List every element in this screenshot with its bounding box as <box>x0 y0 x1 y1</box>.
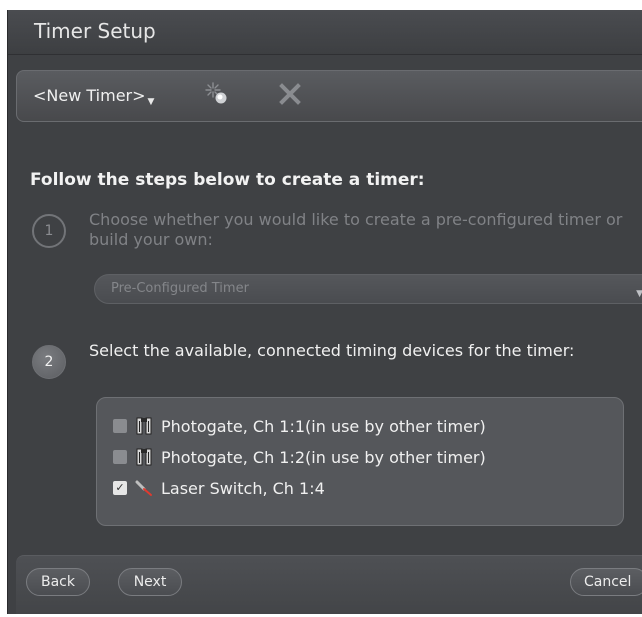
device-label: Photogate, Ch 1:2(in use by other timer) <box>161 447 486 467</box>
device-label: Photogate, Ch 1:1(in use by other timer) <box>161 416 486 436</box>
step-1-text: Choose whether you would like to create … <box>89 210 623 249</box>
device-list: Photogate, Ch 1:1(in use by other timer)… <box>96 397 624 526</box>
laser-switch-icon <box>135 479 153 497</box>
device-checkbox-3[interactable]: ✓ <box>113 481 127 495</box>
step-2-text: Select the available, connected timing d… <box>89 341 575 360</box>
device-item-photogate-2: Photogate, Ch 1:2(in use by other timer) <box>113 444 486 470</box>
timer-select-dropdown[interactable]: <New Timer> ▼ <box>33 86 154 107</box>
device-checkbox-1[interactable] <box>113 419 127 433</box>
sparkle-new-icon <box>204 81 230 111</box>
device-label: Laser Switch, Ch 1:4 <box>161 478 325 498</box>
window-title: Timer Setup <box>34 19 156 43</box>
photogate-icon <box>135 417 153 435</box>
timer-select-label: <New Timer> <box>33 86 146 105</box>
delete-timer-button[interactable] <box>275 81 305 111</box>
timer-setup-window: Timer Setup <New Timer> ▼ Follow the ste… <box>7 10 642 614</box>
step-2-indicator: 2 <box>32 345 66 379</box>
new-timer-button[interactable] <box>202 81 232 111</box>
timer-type-value: Pre-Configured Timer <box>111 281 249 296</box>
close-x-icon <box>278 82 302 110</box>
device-checkbox-2[interactable] <box>113 450 127 464</box>
instructions-heading: Follow the steps below to create a timer… <box>30 170 425 190</box>
timer-type-dropdown[interactable]: Pre-Configured Timer ▼ <box>94 274 642 304</box>
title-bar: Timer Setup <box>8 10 642 55</box>
device-item-photogate-1: Photogate, Ch 1:1(in use by other timer) <box>113 413 486 439</box>
step-1-indicator: 1 <box>32 214 66 248</box>
cancel-button[interactable]: Cancel <box>570 568 642 596</box>
back-button[interactable]: Back <box>26 568 90 596</box>
chevron-down-icon: ▼ <box>636 289 642 299</box>
caret-down-icon: ▼ <box>147 97 155 107</box>
next-button[interactable]: Next <box>118 568 182 596</box>
footer-bar: Back Next Cancel <box>16 555 642 614</box>
photogate-icon <box>135 448 153 466</box>
device-item-laser-switch: ✓ Laser Switch, Ch 1:4 <box>113 475 325 501</box>
timer-toolbar: <New Timer> ▼ <box>16 70 642 122</box>
